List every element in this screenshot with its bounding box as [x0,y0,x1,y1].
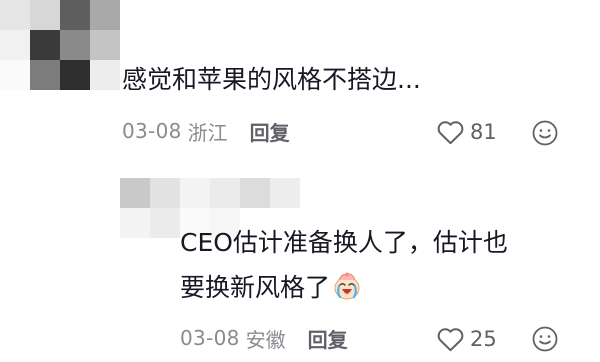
comment-text: 感觉和苹果的风格不搭边... [122,65,421,94]
comment-meta: 03-08 安徽 回复 [180,324,348,352]
avatar-pixel [180,178,210,208]
avatar-pixel [120,178,150,208]
crying-laughing-baby-icon [334,272,360,300]
avatar-pixel [0,0,30,30]
comment-text-line-1: CEO估计准备换人了，估计也 [180,228,508,257]
avatar-pixel [0,60,30,90]
avatar-pixel [270,178,300,208]
avatar-pixel [0,30,30,60]
avatar-pixel [150,178,180,208]
avatar-pixel [120,208,150,238]
avatar-pixel [150,208,180,238]
heart-outline-icon [437,327,464,351]
avatar-pixel [90,60,120,90]
comment-text-line-2-text: 要换新风格了 [180,273,331,302]
heart-outline-icon [437,120,464,144]
avatar-pixel [60,0,90,30]
comment-date: 03-08 [122,119,182,143]
smiley-face-icon[interactable] [532,120,558,146]
comment-meta: 03-08 浙江 回复 [122,117,290,145]
avatar-pixel [60,60,90,90]
like-count: 25 [470,327,497,351]
smiley-face-icon[interactable] [532,326,558,352]
comment-location: 浙江 [187,120,228,145]
like-count: 81 [470,120,497,144]
avatar-pixel [90,0,120,30]
avatar-pixel [210,178,240,208]
reply-button[interactable]: 回复 [308,324,348,353]
avatar-pixel [60,30,90,60]
comment-text-line-2: 要换新风格了 [180,270,362,306]
avatar[interactable] [0,0,122,92]
avatar-pixel [90,30,120,60]
avatar-pixel [30,60,60,90]
like-button[interactable]: 81 [437,118,497,146]
comment-date: 03-08 [180,326,240,350]
comment-location: 安徽 [245,327,286,352]
avatar-pixel [240,178,270,208]
avatar-pixel [30,0,60,30]
reply-button[interactable]: 回复 [250,117,290,146]
like-button[interactable]: 25 [437,325,497,353]
avatar-pixel [30,30,60,60]
